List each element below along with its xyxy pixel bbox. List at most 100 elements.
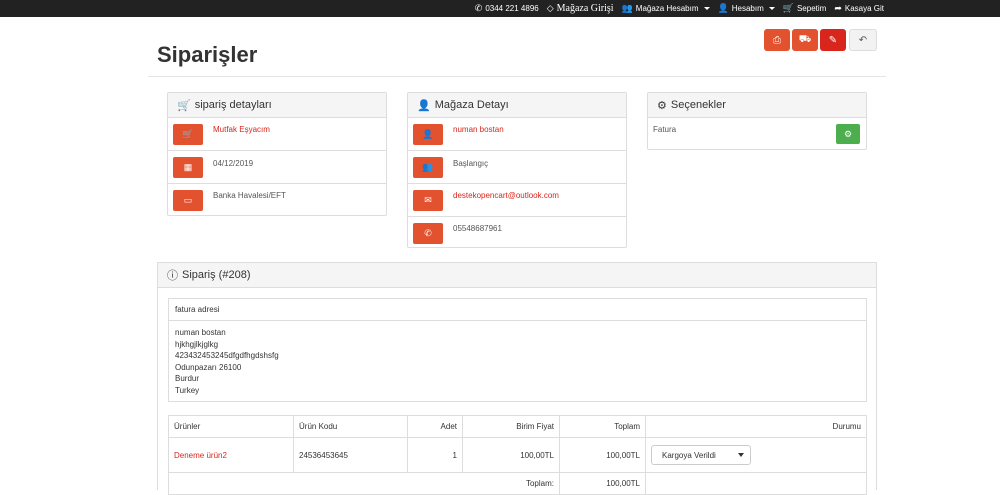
subtotal-empty-cell: [645, 472, 867, 495]
user-icon: 👤: [417, 99, 431, 112]
edit-button[interactable]: ✎: [820, 29, 846, 51]
chevron-down-icon: [738, 453, 744, 457]
customer-name-link[interactable]: numan bostan: [453, 125, 504, 134]
store-button[interactable]: 🛒: [173, 124, 203, 145]
email-link[interactable]: destekopencart@outlook.com: [453, 191, 559, 200]
store-account-dropdown[interactable]: 👥 Mağaza Hesabım: [622, 4, 710, 13]
customer-group-row: 👥 Başlangıç: [408, 150, 626, 183]
user-icon: 👤: [717, 3, 729, 13]
store-link[interactable]: Mutfak Eşyacım: [213, 125, 270, 134]
email-row: ✉ destekopencart@outlook.com: [408, 183, 626, 216]
invoice-label: Fatura: [653, 125, 677, 134]
table-header-row: Ürünler Ürün Kodu Adet Birim Fiyat Topla…: [168, 415, 867, 438]
payment-method: Banka Havalesi/EFT: [213, 191, 286, 200]
diamond-icon: ◇: [546, 3, 554, 13]
address-line: Burdur: [175, 374, 200, 383]
billing-address-box: fatura adresi numan bostan hjkhgjlkjglkg…: [168, 298, 867, 402]
customer-phone: 05548687961: [453, 224, 502, 233]
col-qty: Adet: [407, 415, 463, 438]
subtotal-value: 100,00TL: [559, 472, 646, 495]
billing-address-lines: numan bostan hjkhgjlkjglkg 423432453245d…: [169, 321, 866, 402]
shipping-button[interactable]: ⛟: [792, 29, 818, 51]
cart-link[interactable]: 🛒 Sepetim: [782, 3, 827, 14]
top-navbar: ✆ 0344 221 4896 ◇ Mağaza Girişi 👥 Mağaza He…: [0, 0, 1000, 17]
cart-icon: 🛒: [182, 129, 194, 139]
col-unit-price: Birim Fiyat: [462, 415, 560, 438]
account-dropdown[interactable]: 👤 Hesabım: [718, 4, 775, 13]
envelope-icon: ✉: [424, 195, 432, 205]
address-line: 423432453245dfgdfhgdshsfg: [175, 351, 279, 360]
email-button[interactable]: ✉: [413, 190, 443, 211]
order-panel: ⓘ Sipariş (#208) fatura adresi numan bost…: [157, 262, 877, 495]
caret-down-icon: [768, 7, 775, 10]
cart-icon: 🛒: [782, 3, 794, 13]
calendar-icon: ▦: [183, 162, 193, 172]
product-link[interactable]: Deneme ürün2: [174, 451, 227, 460]
phone-icon: ✆: [474, 3, 483, 13]
address-line: numan bostan: [175, 328, 226, 337]
back-button[interactable]: ↶: [849, 29, 877, 51]
payment-button[interactable]: ▭: [173, 190, 203, 211]
order-heading: ⓘ Sipariş (#208): [158, 263, 876, 288]
phone-icon: ✆: [424, 228, 432, 238]
cart-text: Sepetim: [796, 4, 827, 13]
checkout-text: Kasaya Git: [844, 4, 884, 13]
col-products: Ürünler: [168, 415, 294, 438]
users-icon: 👥: [621, 3, 633, 13]
customer-button[interactable]: 👤: [413, 124, 443, 145]
store-login-text: Mağaza Girişi: [556, 3, 614, 14]
customer-group: Başlangıç: [453, 159, 489, 168]
phone-text: 0344 221 4896: [485, 4, 539, 13]
col-code: Ürün Kodu: [293, 415, 408, 438]
order-date: 04/12/2019: [213, 159, 254, 168]
order-title: Sipariş (#208): [182, 269, 251, 281]
table-row: Deneme ürün2 24536453645 1 100,00TL 100,…: [168, 437, 867, 473]
group-button[interactable]: 👥: [413, 157, 443, 178]
phone-button[interactable]: ✆: [413, 223, 443, 244]
store-detail-title: Mağaza Detayı: [434, 99, 509, 111]
gear-icon: ⚙: [843, 128, 853, 139]
address-line: Odunpazarı 26100: [175, 362, 242, 372]
page-title: Siparişler: [157, 42, 258, 67]
customer-name-row: 👤 numan bostan: [408, 118, 626, 150]
store-login-link[interactable]: ◇ Mağaza Girişi: [547, 3, 614, 14]
truck-icon: ⛟: [798, 33, 812, 45]
user-icon: 👤: [422, 129, 434, 139]
date-button[interactable]: ▦: [173, 157, 203, 178]
order-details-heading: 🛒 sipariş detayları: [168, 93, 386, 118]
account-text: Hesabım: [731, 4, 764, 13]
share-icon: ➦: [834, 3, 842, 13]
print-icon: ⎙: [773, 34, 781, 46]
checkout-link[interactable]: ➦ Kasaya Git: [834, 3, 884, 14]
billing-address-heading: fatura adresi: [169, 299, 866, 321]
options-title: Seçenekler: [670, 99, 726, 111]
invoice-row: Fatura ⚙: [648, 118, 866, 150]
status-select[interactable]: Kargoya Verildi: [651, 445, 751, 465]
subtotal-row: Toplam: 100,00TL: [168, 472, 867, 495]
action-buttons: ⎙ ⛟ ✎ ↶: [764, 29, 877, 51]
phone-link[interactable]: ✆ 0344 221 4896: [474, 3, 539, 14]
col-total: Toplam: [559, 415, 646, 438]
product-code: 24536453645: [293, 437, 408, 473]
top-links: ✆ 0344 221 4896 ◇ Mağaza Girişi 👥 Mağaza He…: [475, 0, 884, 17]
status-value: Kargoya Verildi: [662, 450, 716, 460]
print-invoice-button[interactable]: ⎙: [764, 29, 790, 51]
order-store-row: 🛒 Mutfak Eşyacım: [168, 118, 386, 150]
product-total: 100,00TL: [559, 437, 646, 473]
pencil-icon: ✎: [828, 34, 838, 46]
options-panel: ⚙ Seçenekler Fatura ⚙: [647, 92, 867, 150]
title-divider: [148, 76, 886, 77]
phone-row: ✆ 05548687961: [408, 216, 626, 248]
store-detail-heading: 👤 Mağaza Detayı: [408, 93, 626, 118]
product-unit-price: 100,00TL: [462, 437, 560, 473]
product-qty: 1: [407, 437, 463, 473]
col-status: Durumu: [645, 415, 867, 438]
address-line: hjkhgjlkjglkg: [175, 339, 219, 349]
reply-icon: ↶: [858, 34, 868, 46]
gear-icon: ⚙: [657, 99, 667, 112]
store-detail-panel: 👤 Mağaza Detayı 👤 numan bostan 👥 Başlangı…: [407, 92, 627, 248]
subtotal-label: Toplam:: [168, 472, 560, 495]
credit-card-icon: ▭: [183, 195, 193, 205]
store-account-text: Mağaza Hesabım: [635, 4, 699, 13]
generate-invoice-button[interactable]: ⚙: [836, 124, 860, 144]
